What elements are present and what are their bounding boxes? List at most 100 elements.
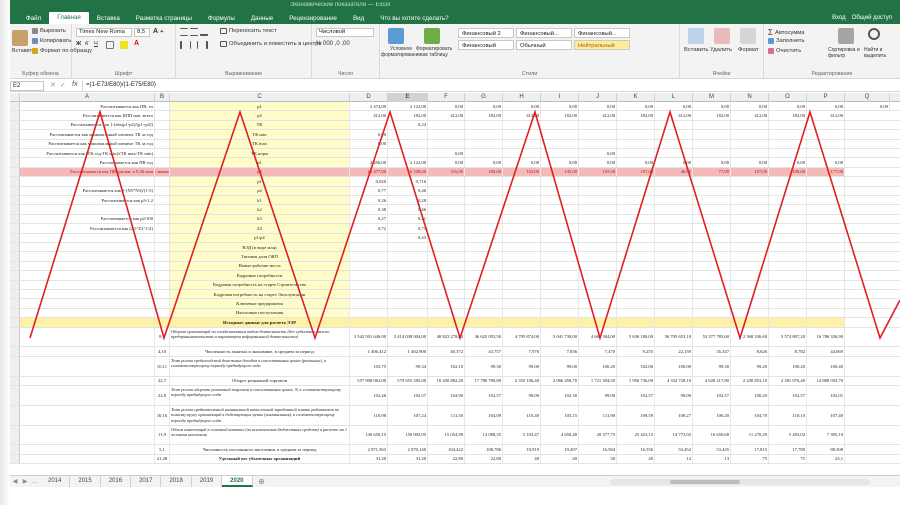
cell-value[interactable] <box>579 280 617 289</box>
cell-value[interactable] <box>579 139 617 148</box>
cell-value[interactable] <box>428 130 465 139</box>
cell-c[interactable]: Налоговые поступления <box>170 308 350 318</box>
cell-value[interactable]: 105,00 <box>579 167 617 177</box>
cell-value[interactable] <box>350 318 388 327</box>
cell-value[interactable] <box>731 149 769 158</box>
cell-a[interactable] <box>20 308 155 318</box>
cell-b[interactable]: 10,16 <box>155 405 170 425</box>
cell-value[interactable] <box>693 196 731 205</box>
cell-value[interactable] <box>807 177 845 186</box>
font-name-select[interactable]: Times New Roma <box>76 28 132 37</box>
tell-me-search[interactable]: Что вы хотите сделать? <box>372 14 456 23</box>
cell-value[interactable] <box>465 308 503 318</box>
cell-value[interactable]: 0,43 <box>388 233 428 242</box>
cell-value[interactable]: 0,00 <box>579 158 617 167</box>
cell-value[interactable]: 99,00 <box>503 356 541 376</box>
sheet-tab-2019[interactable]: 2019 <box>192 476 223 487</box>
format-cells-icon[interactable] <box>740 28 756 44</box>
cell-value[interactable] <box>541 261 579 271</box>
cell-value[interactable] <box>655 252 693 261</box>
cell-value[interactable] <box>579 214 617 224</box>
cell-value[interactable] <box>731 308 769 318</box>
cell-value[interactable] <box>350 261 388 271</box>
row-header[interactable] <box>10 445 20 454</box>
cell-value[interactable]: 99,00 <box>579 386 617 405</box>
cell-value[interactable] <box>428 261 465 271</box>
cell-value[interactable]: 2 122,00 <box>388 102 428 111</box>
cell-value[interactable]: 53,445 <box>693 445 731 454</box>
row-header[interactable] <box>10 405 20 425</box>
cell-value[interactable] <box>655 299 693 308</box>
cell-a[interactable]: Рассчитывается как ПВ, гп <box>20 102 155 111</box>
cell-value[interactable] <box>769 177 807 186</box>
cell-value[interactable]: 12 <box>655 454 693 464</box>
cell-value[interactable]: 20 377,75 <box>579 425 617 445</box>
cell-value[interactable]: 103,75 <box>350 356 388 376</box>
cell-value[interactable] <box>655 224 693 233</box>
cell-value[interactable] <box>769 224 807 233</box>
more-sheets-icon[interactable]: … <box>30 479 40 485</box>
function-icon[interactable]: fx <box>72 81 77 88</box>
cell-a[interactable]: Рассчитывается как р2/100 <box>20 214 155 224</box>
cell-a[interactable] <box>20 327 155 347</box>
cell-value[interactable] <box>769 280 807 289</box>
cell-c[interactable]: Кадровая потребность на старте Строитель… <box>170 280 350 289</box>
style-neutral[interactable]: Нейтральный <box>574 40 630 50</box>
cell-c[interactable]: k1 <box>170 196 350 205</box>
cell-c[interactable]: Темп роста среднегодовой денежных доходо… <box>170 356 350 376</box>
cell-value[interactable] <box>541 290 579 299</box>
cell-value[interactable] <box>465 318 503 327</box>
cell-value[interactable] <box>617 243 655 252</box>
cell-value[interactable] <box>388 149 428 158</box>
cell-c[interactable]: Кадровые потребности <box>170 271 350 280</box>
cell-value[interactable] <box>465 243 503 252</box>
cell-value[interactable] <box>465 205 503 214</box>
cell-value[interactable]: 110,98 <box>350 405 388 425</box>
cell-value[interactable]: 16,584 <box>579 445 617 454</box>
cell-a[interactable] <box>20 252 155 261</box>
cell-value[interactable] <box>769 149 807 158</box>
cell-value[interactable] <box>693 139 731 148</box>
cell-value[interactable]: 53 377 783,60 <box>693 327 731 347</box>
cell-b[interactable] <box>155 111 170 120</box>
cell-value[interactable] <box>655 177 693 186</box>
cell-value[interactable] <box>769 139 807 148</box>
cell-value[interactable]: 0,46 <box>388 186 428 195</box>
cell-value[interactable] <box>579 290 617 299</box>
sheet-tab-2016[interactable]: 2016 <box>101 476 132 487</box>
cell-value[interactable]: 10 450 882,20 <box>428 376 465 385</box>
horizontal-scrollbar[interactable] <box>610 479 870 485</box>
cell-value[interactable]: 316,00 <box>428 167 465 177</box>
cell-c[interactable]: ВЭД (в виде млн) <box>170 243 350 252</box>
cell-value[interactable] <box>655 318 693 327</box>
cell-value[interactable]: 99,34 <box>388 356 428 376</box>
tab-file[interactable]: Файл <box>18 14 49 23</box>
cell-value[interactable] <box>428 233 465 242</box>
cell-value[interactable] <box>428 318 465 327</box>
cell-value[interactable] <box>579 224 617 233</box>
cell-value[interactable]: 412,00 <box>807 111 845 120</box>
cell-value[interactable] <box>503 130 541 139</box>
cell-value[interactable] <box>693 177 731 186</box>
cell-value[interactable] <box>655 196 693 205</box>
column-header-o[interactable]: O <box>769 93 807 102</box>
cell-value[interactable]: 579 655 285,00 <box>388 376 428 385</box>
cell-value[interactable]: 22,80 <box>465 454 503 464</box>
cell-value[interactable] <box>388 243 428 252</box>
cell-value[interactable] <box>579 205 617 214</box>
cell-value[interactable] <box>731 318 769 327</box>
cell-b[interactable] <box>155 149 170 158</box>
cell-value[interactable] <box>388 290 428 299</box>
cell-value[interactable]: 4 332 728,10 <box>655 376 693 385</box>
cell-b[interactable]: 11,9 <box>155 425 170 445</box>
column-header-p[interactable]: P <box>807 93 845 102</box>
scrollbar-thumb[interactable] <box>670 480 740 484</box>
cell-value[interactable] <box>465 271 503 280</box>
cell-value[interactable]: 2 066 458,70 <box>541 376 579 385</box>
row-header[interactable] <box>10 252 20 261</box>
cell-value[interactable] <box>731 261 769 271</box>
cell-value[interactable]: 130 650,15 <box>350 425 388 445</box>
cell-value[interactable]: 7,470 <box>579 347 617 356</box>
style-financial[interactable]: Финансовый <box>458 40 514 50</box>
paste-icon[interactable] <box>12 30 28 46</box>
